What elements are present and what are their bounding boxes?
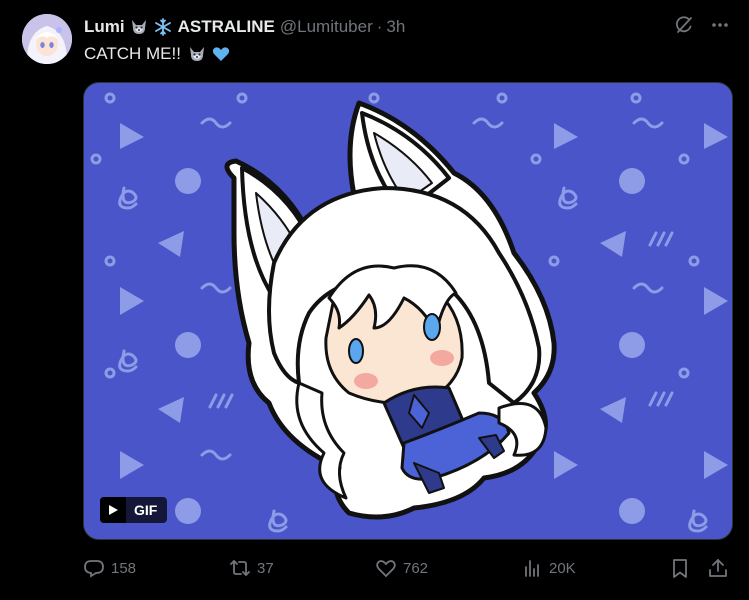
avatar[interactable] [22, 14, 72, 64]
blue-heart-icon [211, 44, 231, 64]
bookmark-icon [673, 559, 687, 578]
views-button[interactable]: 20K [521, 557, 576, 579]
like-count: 762 [403, 559, 429, 577]
chibi-character-illustration [224, 100, 557, 520]
reply-button[interactable]: 158 [83, 557, 136, 579]
post-text-content: CATCH ME!! [84, 44, 181, 63]
heart-icon [376, 560, 396, 578]
grok-icon[interactable] [673, 14, 695, 36]
post-action-bar: 158 37 762 20K [83, 554, 733, 582]
gif-badge[interactable]: GIF [100, 497, 168, 523]
separator-dot: · [376, 17, 383, 36]
share-button[interactable] [707, 557, 735, 579]
display-name-suffix[interactable]: ASTRALINE [178, 17, 275, 37]
snowflake-icon [153, 17, 173, 37]
repost-button[interactable]: 37 [229, 557, 274, 579]
share-icon [709, 559, 727, 577]
like-button[interactable]: 762 [375, 557, 428, 579]
wolf-icon [129, 17, 149, 37]
gif-label: GIF [134, 502, 158, 518]
display-name[interactable]: Lumi [84, 17, 125, 37]
post: Lumi ASTRALINE @Lumituber · 3h CATCH ME!… [0, 0, 749, 600]
more-options-icon[interactable] [709, 14, 731, 36]
analytics-icon [525, 560, 539, 577]
repost-icon [230, 560, 250, 576]
repost-count: 37 [257, 559, 274, 577]
wolf-icon [187, 44, 207, 64]
play-icon[interactable] [100, 497, 126, 523]
user-handle[interactable]: @Lumituber [280, 17, 373, 37]
post-timestamp[interactable]: 3h [386, 17, 405, 37]
bookmark-button[interactable] [669, 557, 697, 579]
reply-icon [84, 560, 104, 578]
view-count: 20K [549, 559, 576, 577]
post-text: CATCH ME!! [84, 44, 231, 64]
gif-media[interactable]: GIF [83, 82, 733, 540]
reply-count: 158 [111, 559, 137, 577]
avatar-image [22, 14, 72, 64]
post-header: Lumi ASTRALINE @Lumituber · 3h [84, 16, 405, 38]
post-top-actions [673, 14, 731, 36]
